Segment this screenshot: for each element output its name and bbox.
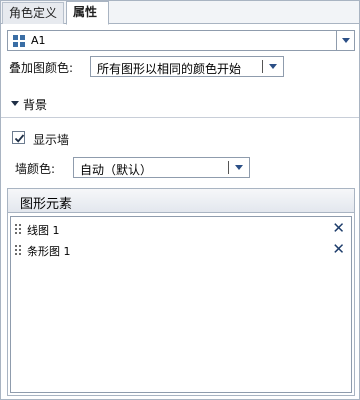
element-selector-value: A1: [31, 34, 46, 47]
chevron-down-icon: [235, 165, 243, 170]
overlay-color-value: 所有图形以相同的颜色开始: [97, 62, 242, 76]
grid-icon: [13, 35, 25, 47]
list-item[interactable]: 条形图 1 ✕: [11, 240, 351, 260]
graph-elements-list: 线图 1 ✕ 条形图 1 ✕: [10, 216, 352, 393]
list-item-label: 条形图 1: [27, 245, 71, 258]
wall-color-label: 墙颜色:: [15, 162, 56, 176]
chevron-down-icon: [269, 64, 277, 69]
tab-role-definition[interactable]: 角色定义: [2, 2, 64, 24]
show-wall-label: 显示墙: [33, 133, 70, 147]
graph-elements-panel: 图形元素 线图 1 ✕ 条形图 1 ✕: [7, 188, 355, 396]
tab-properties[interactable]: 属性: [66, 1, 109, 25]
close-icon[interactable]: ✕: [332, 240, 345, 258]
background-section-label: 背景: [23, 98, 48, 112]
show-wall-checkbox[interactable]: [12, 131, 25, 144]
caret-down-icon: [11, 101, 19, 106]
wall-color-value: 自动（默认）: [80, 163, 153, 177]
wall-color-select[interactable]: 自动（默认）: [73, 157, 250, 178]
overlay-color-select[interactable]: 所有图形以相同的颜色开始: [90, 56, 284, 77]
divider: [1, 117, 359, 118]
overlay-color-label: 叠加图颜色:: [9, 61, 74, 75]
list-item-label: 线图 1: [27, 224, 60, 237]
background-section-header[interactable]: 背景: [1, 93, 359, 115]
list-item[interactable]: 线图 1 ✕: [11, 219, 351, 239]
properties-panel: 角色定义 属性 A1 叠加图颜色: 所有图形以相同的颜色开始 背景 显示墙 墙颜…: [0, 0, 360, 400]
graph-elements-title: 图形元素: [20, 197, 73, 212]
close-icon[interactable]: ✕: [332, 219, 345, 237]
element-selector-dropdown[interactable]: A1: [7, 30, 355, 51]
checkmark-icon: [14, 134, 25, 143]
drag-handle-icon[interactable]: [15, 245, 21, 255]
tab-bar: 角色定义 属性: [1, 1, 359, 25]
drag-handle-icon[interactable]: [15, 224, 21, 234]
graph-elements-header: 图形元素: [8, 189, 354, 213]
chevron-down-icon[interactable]: [336, 31, 354, 50]
